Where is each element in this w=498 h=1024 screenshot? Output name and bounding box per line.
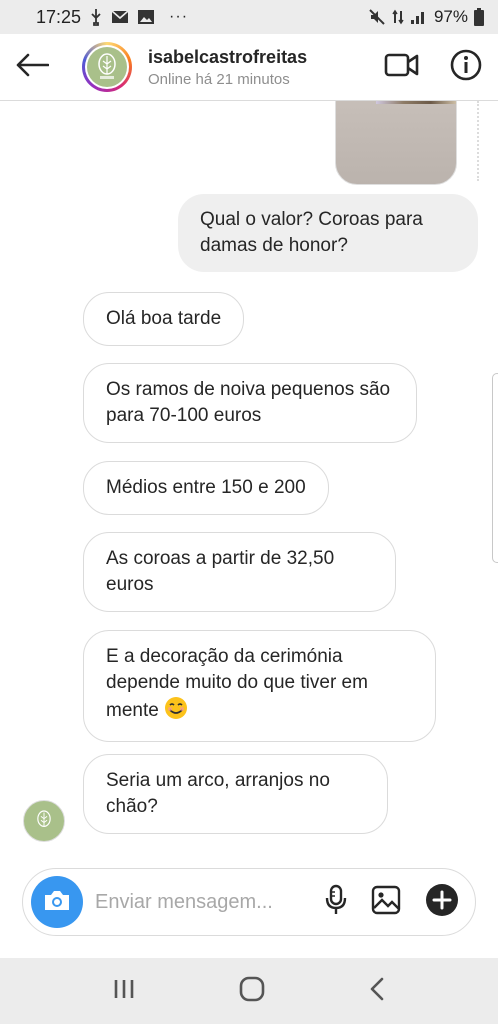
divider bbox=[477, 101, 479, 181]
mail-icon bbox=[111, 10, 129, 24]
message-bubble-received[interactable]: As coroas a partir de 32,50 euros bbox=[83, 532, 396, 612]
online-status: Online há 21 minutos bbox=[148, 70, 290, 88]
message-bubble-received[interactable]: E a decoração da cerimónia depende muito… bbox=[83, 630, 436, 742]
message-text: Qual o valor? Coroas para damas de honor… bbox=[200, 209, 423, 256]
video-call-icon[interactable] bbox=[384, 51, 420, 84]
chat-header: isabelcastrofreitas Online há 21 minutos bbox=[0, 34, 498, 101]
system-navigation-bar bbox=[0, 958, 498, 1024]
message-bubble-received[interactable]: Os ramos de noiva pequenos são para 70-1… bbox=[83, 363, 417, 443]
status-more: ··· bbox=[169, 8, 189, 25]
edge-panel-handle[interactable] bbox=[492, 373, 498, 563]
message-text: Os ramos de noiva pequenos são para 70-1… bbox=[106, 379, 391, 426]
home-icon[interactable] bbox=[239, 976, 265, 1007]
message-bubble-received[interactable]: Olá boa tarde bbox=[83, 292, 245, 346]
message-text: E a decoração da cerimónia depende muito… bbox=[106, 646, 368, 721]
info-icon[interactable] bbox=[450, 49, 482, 86]
sender-avatar[interactable] bbox=[23, 800, 65, 842]
microphone-icon[interactable] bbox=[325, 884, 347, 921]
nav-back-icon[interactable] bbox=[368, 976, 386, 1007]
chat-username[interactable]: isabelcastrofreitas bbox=[148, 47, 307, 68]
plus-icon[interactable] bbox=[425, 883, 459, 922]
back-arrow-icon bbox=[15, 53, 50, 82]
gallery-icon[interactable] bbox=[371, 885, 401, 920]
message-text: Médios entre 150 e 200 bbox=[106, 477, 306, 498]
camera-button[interactable] bbox=[31, 876, 83, 928]
message-bubble-received[interactable]: Seria um arco, arranjos no chão? bbox=[83, 754, 388, 834]
battery-percent: 97% bbox=[433, 7, 468, 26]
message-text: As coroas a partir de 32,50 euros bbox=[106, 548, 335, 595]
status-bar: 17:25 ··· 97% bbox=[0, 0, 498, 34]
message-bubble-sent[interactable]: Qual o valor? Coroas para damas de honor… bbox=[178, 194, 478, 272]
signal-icon bbox=[410, 9, 428, 25]
camera-icon bbox=[43, 888, 71, 917]
mute-icon bbox=[368, 8, 386, 26]
battery-icon bbox=[474, 8, 484, 26]
image-notification-icon bbox=[137, 9, 155, 25]
back-button[interactable] bbox=[0, 34, 64, 101]
profile-avatar[interactable] bbox=[82, 42, 132, 92]
message-composer bbox=[22, 868, 476, 936]
network-icon bbox=[392, 9, 404, 25]
smiling-emoji-icon bbox=[164, 696, 188, 728]
status-time: 17:25 bbox=[36, 6, 82, 27]
shared-image-message[interactable] bbox=[335, 101, 457, 185]
message-text: Seria um arco, arranjos no chão? bbox=[106, 770, 330, 817]
message-input[interactable] bbox=[95, 890, 295, 914]
message-bubble-received[interactable]: Médios entre 150 e 200 bbox=[83, 461, 329, 515]
message-text: Olá boa tarde bbox=[106, 308, 222, 329]
avatar-logo-icon bbox=[87, 47, 127, 87]
recent-apps-icon[interactable] bbox=[112, 978, 136, 1005]
chat-thread[interactable]: Qual o valor? Coroas para damas de honor… bbox=[0, 101, 498, 866]
usb-icon bbox=[89, 8, 103, 26]
